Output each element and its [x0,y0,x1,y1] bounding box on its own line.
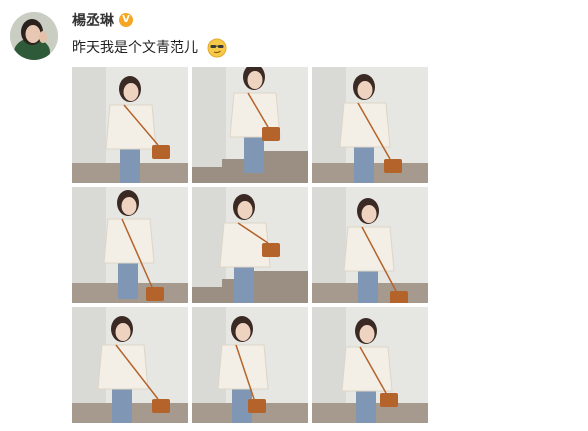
photo-thumbnail-3[interactable] [312,67,428,183]
user-avatar[interactable] [10,12,58,60]
photo-thumbnail-4[interactable] [72,187,188,303]
photo-thumbnail-5[interactable] [192,187,308,303]
photo-thumbnail-7[interactable] [72,307,188,423]
post-text: 昨天我是个文青范儿 [72,40,198,56]
photo-thumbnail-1[interactable] [72,67,188,183]
photo-thumbnail-8[interactable] [192,307,308,423]
username[interactable]: 楊丞琳 [72,11,114,31]
verified-badge-icon: V [119,13,133,27]
photo-thumbnail-2[interactable] [192,67,308,183]
photo-thumbnail-9[interactable] [312,307,428,423]
photo-grid [72,67,428,423]
sunglasses-smug-emoji-icon [207,38,227,58]
photo-thumbnail-6[interactable] [312,187,428,303]
